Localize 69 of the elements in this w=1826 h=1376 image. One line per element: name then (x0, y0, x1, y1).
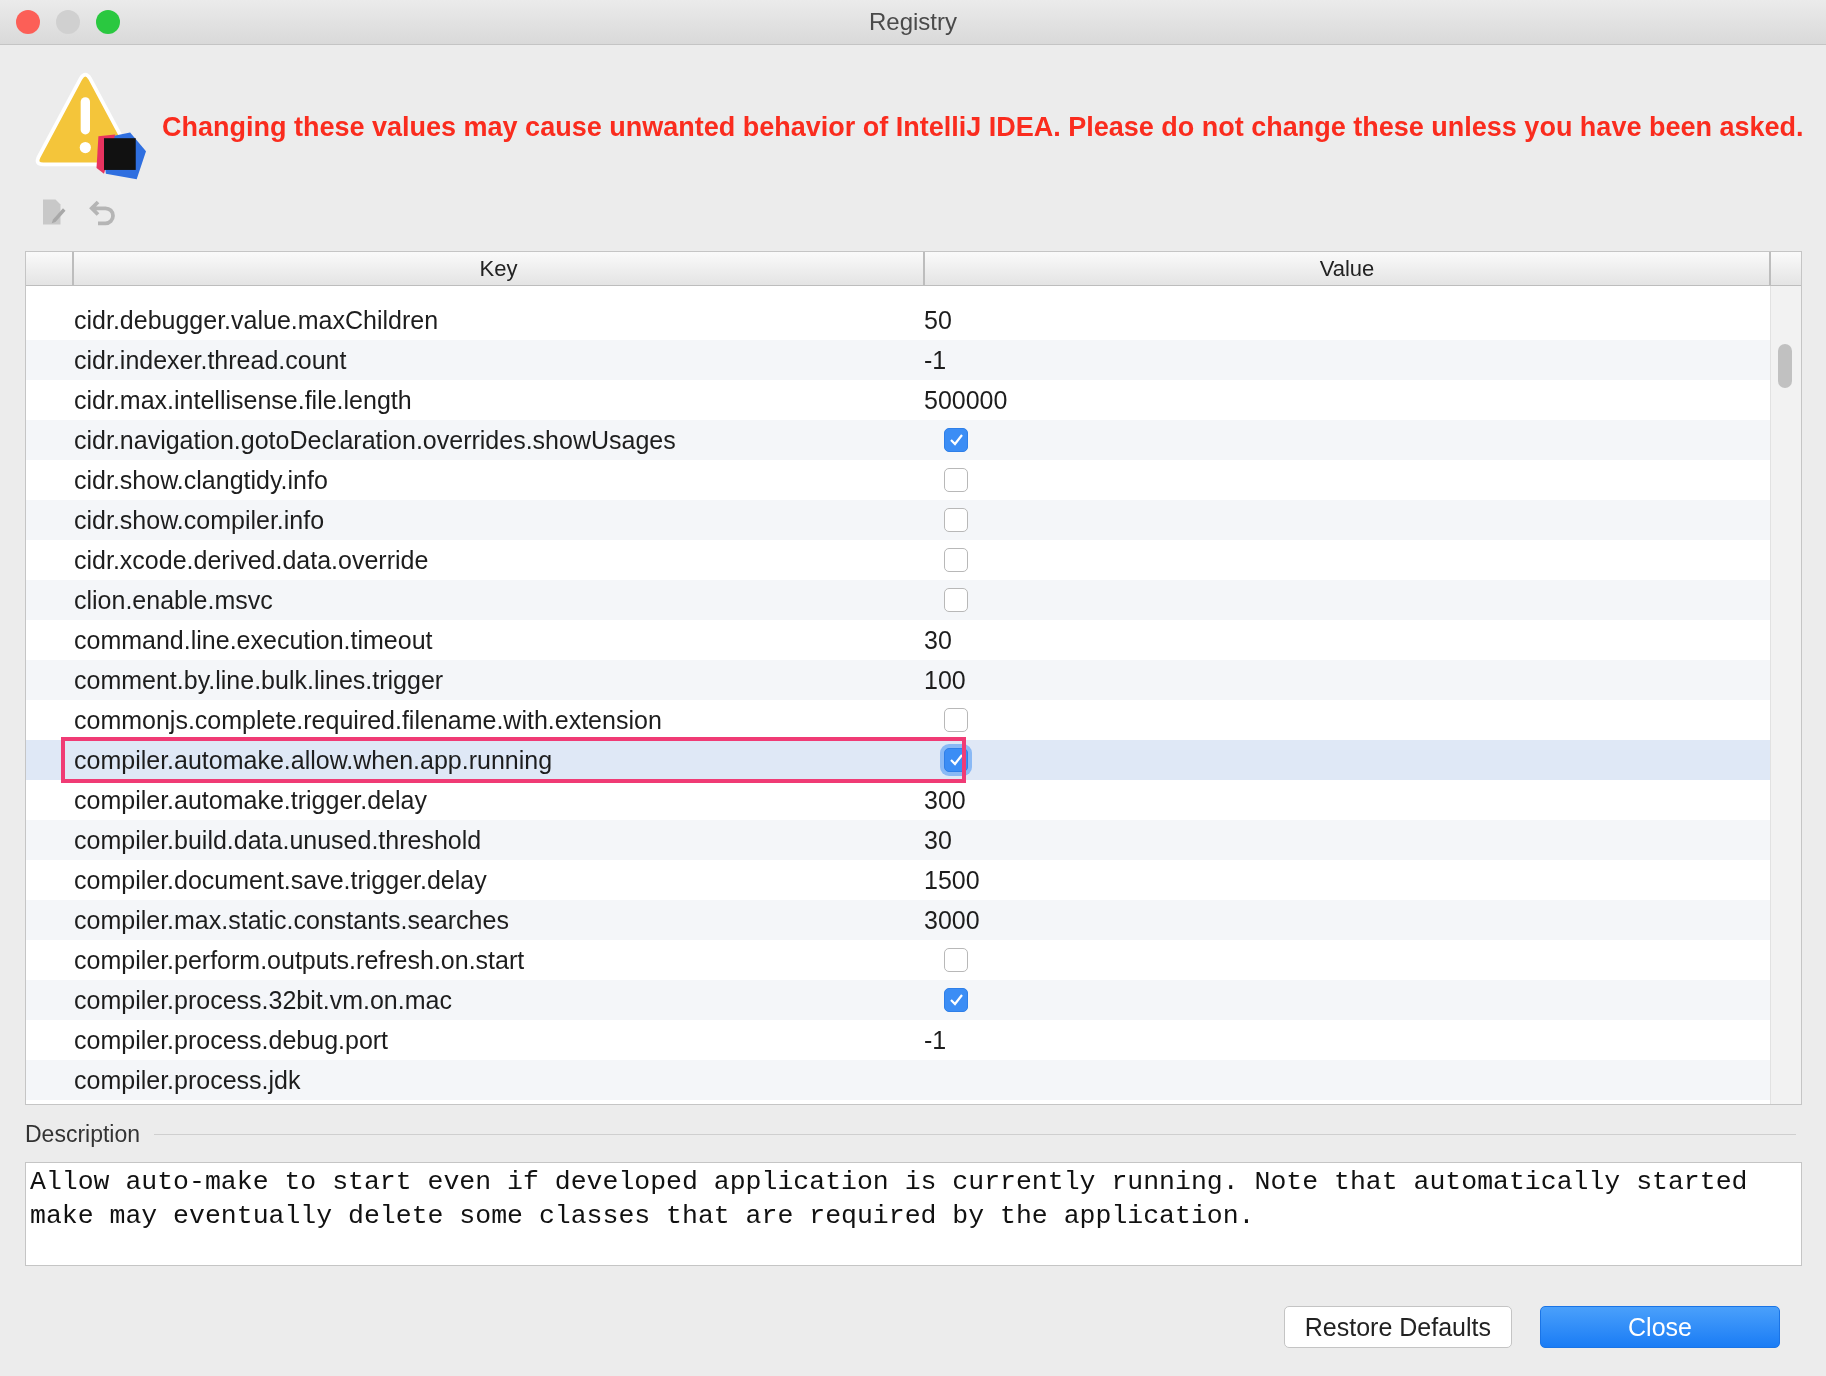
checkbox[interactable] (944, 548, 968, 572)
key-cell-text: compiler.process.32bit.vm.on.mac (73, 985, 453, 1015)
close-icon[interactable] (16, 10, 40, 34)
table-row[interactable]: cidr.show.clangtidy.info (26, 460, 1770, 500)
value-cell: 100 (924, 665, 966, 695)
table-row[interactable]: compiler.process.32bit.vm.on.mac (26, 980, 1770, 1020)
value-cell: 30 (924, 625, 952, 655)
key-cell-text: command.line.execution.timeout (73, 625, 434, 655)
key-cell-text: cidr.show.clangtidy.info (73, 465, 329, 495)
zoom-icon[interactable] (96, 10, 120, 34)
table-row[interactable]: cidr.show.compiler.info (26, 500, 1770, 540)
column-header[interactable]: Value (925, 252, 1771, 285)
value-cell: 3000 (924, 905, 980, 935)
key-cell-text: cidr.debugger.value.maxChildren (73, 305, 440, 335)
key-cell-text: compiler.build.data.unused.threshold (73, 825, 483, 855)
value-cell: 50 (924, 305, 952, 335)
checkbox[interactable] (944, 468, 968, 492)
key-cell-text: cidr.indexer.thread.count (73, 345, 348, 375)
scrollbar-thumb[interactable] (1778, 344, 1792, 388)
table-row[interactable]: cidr.xcode.derived.data.override (26, 540, 1770, 580)
key-cell-text: cidr.xcode.derived.data.override (73, 545, 430, 575)
table-row[interactable]: compiler.document.save.trigger.delay 1500 (26, 860, 1770, 900)
checkbox[interactable] (944, 708, 968, 732)
minimize-icon[interactable] (56, 10, 80, 34)
table-row[interactable]: compiler.perform.outputs.refresh.on.start (26, 940, 1770, 980)
table-row[interactable]: compiler.build.data.unused.threshold 30 (26, 820, 1770, 860)
key-cell-text: clion.enable.msvc (73, 585, 274, 615)
value-cell: 300 (924, 785, 966, 815)
value-cell: 30 (924, 825, 952, 855)
table-row[interactable]: compiler.process.debug.port -1 (26, 1020, 1770, 1060)
key-cell-text: compiler.document.save.trigger.delay (73, 865, 488, 895)
checkbox[interactable] (944, 508, 968, 532)
value-cell: 500000 (924, 385, 1008, 415)
column-header[interactable]: Key (74, 252, 925, 285)
description-text: Allow auto-make to start even if developed application is currently running. Note that automatically started make may eventually delete some classes that are required by the application. (25, 1162, 1802, 1266)
checkbox[interactable] (944, 588, 968, 612)
checkbox[interactable] (944, 988, 968, 1012)
key-cell-text: compiler.max.static.constants.searches (73, 905, 510, 935)
key-cell-text: compiler.process.debug.port (73, 1025, 390, 1055)
table-row[interactable]: compiler.max.static.constants.searches 3000 (26, 900, 1770, 940)
table-row[interactable]: cidr.navigation.gotoDeclaration.overrides.showUsages (26, 420, 1770, 460)
warning-message: Changing these values may cause unwanted behavior of IntelliJ IDEA. Please do not change these unless you have been asked. (162, 111, 1804, 143)
key-cell-text: compiler.perform.outputs.refresh.on.start (73, 945, 526, 975)
key-cell-text: compiler.automake.trigger.delay (73, 785, 428, 815)
key-cell-text: cidr.navigation.gotoDeclaration.overrides.showUsages (73, 425, 677, 455)
key-cell-text: cidr.max.intellisense.file.length (73, 385, 413, 415)
key-cell-text: cidr.show.compiler.info (73, 505, 326, 535)
checkbox[interactable] (944, 428, 968, 452)
table-row[interactable]: cidr.indexer.thread.count -1 (26, 340, 1770, 380)
table-row[interactable]: commonjs.complete.required.filename.with.extension (26, 700, 1770, 740)
table-row[interactable]: cidr.debugger.value.maxChildren 50 (26, 300, 1770, 340)
description-label: Description (25, 1121, 141, 1148)
table-row[interactable]: command.line.execution.timeout 30 (26, 620, 1770, 660)
table-row[interactable]: comment.by.line.bulk.lines.trigger 100 (26, 660, 1770, 700)
table-row[interactable]: compiler.automake.trigger.delay 300 (26, 780, 1770, 820)
value-cell: -1 (924, 345, 947, 375)
table-row[interactable]: compiler.automake.allow.when.app.running (26, 740, 1770, 780)
key-cell-text: comment.by.line.bulk.lines.trigger (73, 665, 445, 695)
key-cell-text: commonjs.complete.required.filename.with.extension (73, 705, 663, 735)
value-cell: 1500 (924, 865, 980, 895)
table-row[interactable]: cidr.max.intellisense.file.length 500000 (26, 380, 1770, 420)
restore-defaults-button[interactable]: Restore Defaults (1283, 1306, 1512, 1348)
key-cell-text: compiler.automake.allow.when.app.running (73, 745, 554, 775)
window-title: Registry (869, 8, 957, 36)
table-row[interactable]: clion.enable.msvc (26, 580, 1770, 620)
checkbox[interactable] (944, 948, 968, 972)
value-cell: -1 (924, 1025, 947, 1055)
table-row[interactable]: compiler.process.jdk (26, 1060, 1770, 1100)
key-cell-text: compiler.process.jdk (73, 1065, 302, 1095)
